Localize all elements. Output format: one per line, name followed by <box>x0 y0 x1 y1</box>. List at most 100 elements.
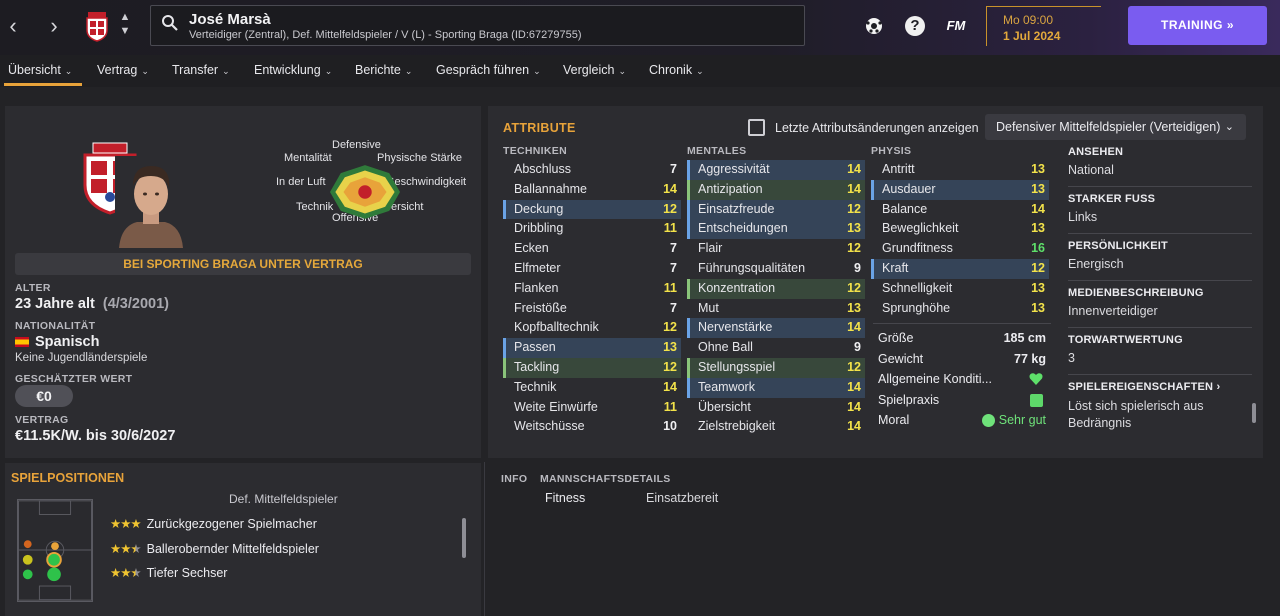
nationality-value[interactable]: Spanisch <box>15 334 99 350</box>
tab-history[interactable]: Chronik ⌄ <box>649 63 704 77</box>
position-pitch[interactable] <box>17 499 93 602</box>
attribute-row[interactable]: Abschluss 7 <box>503 160 681 180</box>
attribute-row[interactable]: Freistöße 7 <box>503 299 681 319</box>
tab-overview[interactable]: Übersicht ⌄ <box>8 63 72 77</box>
attribute-value: 14 <box>847 419 861 434</box>
attribute-name: Flair <box>698 241 723 256</box>
tab-reports[interactable]: Berichte ⌄ <box>355 63 412 77</box>
condition-row[interactable]: Allgemeine Konditi... <box>873 369 1051 390</box>
fm-logo[interactable]: FM <box>942 14 970 38</box>
training-button[interactable]: TRAINING » <box>1128 6 1267 45</box>
attribute-row[interactable]: Ballannahme 14 <box>503 180 681 200</box>
attribute-name: Ohne Ball <box>698 340 753 355</box>
attribute-row[interactable]: Führungsqualitäten 9 <box>687 259 865 279</box>
tab-interaction[interactable]: Gespräch führen ⌄ <box>436 63 541 77</box>
attribute-row[interactable]: Elfmeter 7 <box>503 259 681 279</box>
recent-changes-checkbox[interactable] <box>748 119 765 136</box>
attribute-name: Deckung <box>514 201 564 216</box>
tab-info[interactable]: INFO <box>501 473 527 485</box>
attribute-row[interactable]: Antizipation 14 <box>687 179 865 200</box>
weight-value: 77 kg <box>1014 351 1046 366</box>
match-practice-row[interactable]: Spielpraxis <box>873 390 1051 411</box>
attribute-row[interactable]: Einsatzfreude 12 <box>687 199 865 220</box>
club-crest-icon[interactable] <box>84 10 110 42</box>
attribute-value: 12 <box>663 359 677 374</box>
player-switch-icon[interactable]: ▲ ▼ <box>118 10 132 38</box>
attribute-row[interactable]: Deckung 12 <box>503 199 681 220</box>
attribute-row[interactable]: Mut 13 <box>687 299 865 319</box>
attribute-value: 11 <box>663 280 677 295</box>
attribute-row[interactable]: Weite Einwürfe 11 <box>503 398 681 418</box>
role-row[interactable]: ★★★ Ballerobernder Mittelfeldspieler <box>110 541 319 556</box>
roles-scrollbar[interactable] <box>462 518 466 558</box>
attribute-value: 13 <box>1031 280 1045 295</box>
attribute-name: Grundfitness <box>882 241 953 256</box>
attribute-row[interactable]: Konzentration 12 <box>687 278 865 299</box>
attribute-value: 7 <box>670 241 677 256</box>
attribute-row[interactable]: Passen 13 <box>503 338 681 358</box>
attribute-name: Entscheidungen <box>698 221 788 236</box>
recent-changes-label[interactable]: Letzte Attributsänderungen anzeigen <box>775 121 979 135</box>
preferred-foot-heading: STARKER FUSS <box>1068 193 1156 205</box>
attribute-value: 11 <box>663 399 677 414</box>
attribute-row[interactable]: Flanken 11 <box>503 279 681 299</box>
player-traits-link[interactable]: SPIELEREIGENSCHAFTEN › <box>1068 381 1252 393</box>
estimated-value-badge[interactable]: €0 <box>15 385 73 407</box>
info-scrollbar[interactable] <box>1252 403 1256 423</box>
height-row: Größe 185 cm <box>873 328 1051 349</box>
attribute-name: Antritt <box>882 162 915 176</box>
radar-label-technique: Technik <box>296 201 334 213</box>
tab-compare[interactable]: Vergleich ⌄ <box>563 63 626 77</box>
attribute-row[interactable]: Kopfballtechnik 12 <box>503 318 681 338</box>
attribute-value: 7 <box>670 260 677 275</box>
attribute-row[interactable]: Grundfitness 16 <box>871 239 1049 259</box>
attribute-value: 12 <box>847 241 861 256</box>
attribute-row[interactable]: Beweglichkeit 13 <box>871 219 1049 239</box>
football-icon[interactable] <box>862 14 886 38</box>
role-row[interactable]: ★★★ Zurückgezogener Spielmacher <box>110 516 317 531</box>
back-arrow-icon[interactable]: ‹ <box>3 14 23 38</box>
attribute-row[interactable]: Kraft 12 <box>871 258 1049 279</box>
attribute-row[interactable]: Zielstrebigkeit 14 <box>687 417 865 437</box>
attribute-row[interactable]: Technik 14 <box>503 378 681 398</box>
attribute-value: 14 <box>663 181 677 196</box>
tab-label: Vertrag <box>97 63 138 77</box>
attribute-row[interactable]: Nervenstärke 14 <box>687 318 865 339</box>
attribute-row[interactable]: Entscheidungen 13 <box>687 219 865 240</box>
attribute-row[interactable]: Antritt 13 <box>871 160 1049 180</box>
role-name: Ballerobernder Mittelfeldspieler <box>146 541 319 556</box>
attribute-row[interactable]: Stellungsspiel 12 <box>687 357 865 378</box>
chevron-down-icon: ⌄ <box>324 66 333 76</box>
attribute-row[interactable]: Teamwork 14 <box>687 377 865 398</box>
morale-row[interactable]: Moral Sehr gut <box>873 410 1051 431</box>
attribute-row[interactable]: Schnelligkeit 13 <box>871 279 1049 299</box>
help-icon[interactable]: ? <box>905 16 925 36</box>
attribute-row[interactable]: Ohne Ball 9 <box>687 338 865 358</box>
gk-rating-heading: TORWARTWERTUNG <box>1068 334 1183 346</box>
attribute-row[interactable]: Flair 12 <box>687 239 865 259</box>
media-value: Innenverteidiger <box>1068 304 1252 328</box>
attribute-row[interactable]: Ausdauer 13 <box>871 179 1049 200</box>
attribute-row[interactable]: Weitschüsse 10 <box>503 417 681 437</box>
player-search-box[interactable]: José Marsà Verteidiger (Zentral), Def. M… <box>150 5 805 46</box>
attribute-row[interactable]: Übersicht 14 <box>687 398 865 418</box>
attribute-row[interactable]: Tackling 12 <box>503 357 681 378</box>
attribute-name: Elfmeter <box>514 260 561 275</box>
role-row[interactable]: ★★★ Tiefer Sechser <box>110 565 227 580</box>
attribute-value: 13 <box>847 221 861 236</box>
attribute-row[interactable]: Ecken 7 <box>503 239 681 259</box>
attribute-row[interactable]: Aggressivität 14 <box>687 160 865 180</box>
attribute-name: Freistöße <box>514 300 567 315</box>
forward-arrow-icon[interactable]: › <box>44 14 64 38</box>
attribute-row[interactable]: Sprunghöhe 13 <box>871 299 1049 319</box>
tab-team-details[interactable]: MANNSCHAFTSDETAILS <box>540 473 671 485</box>
attribute-name: Flanken <box>514 280 559 295</box>
role-select[interactable]: Defensiver Mittelfeldspieler (Verteidige… <box>985 114 1246 140</box>
tab-contract[interactable]: Vertrag ⌄ <box>97 63 149 77</box>
physis-divider <box>873 323 1051 324</box>
attribute-row[interactable]: Dribbling 11 <box>503 219 681 239</box>
attribute-row[interactable]: Balance 14 <box>871 200 1049 220</box>
tab-transfer[interactable]: Transfer ⌄ <box>172 63 230 77</box>
tab-development[interactable]: Entwicklung ⌄ <box>254 63 332 77</box>
attribute-value: 7 <box>670 162 677 176</box>
